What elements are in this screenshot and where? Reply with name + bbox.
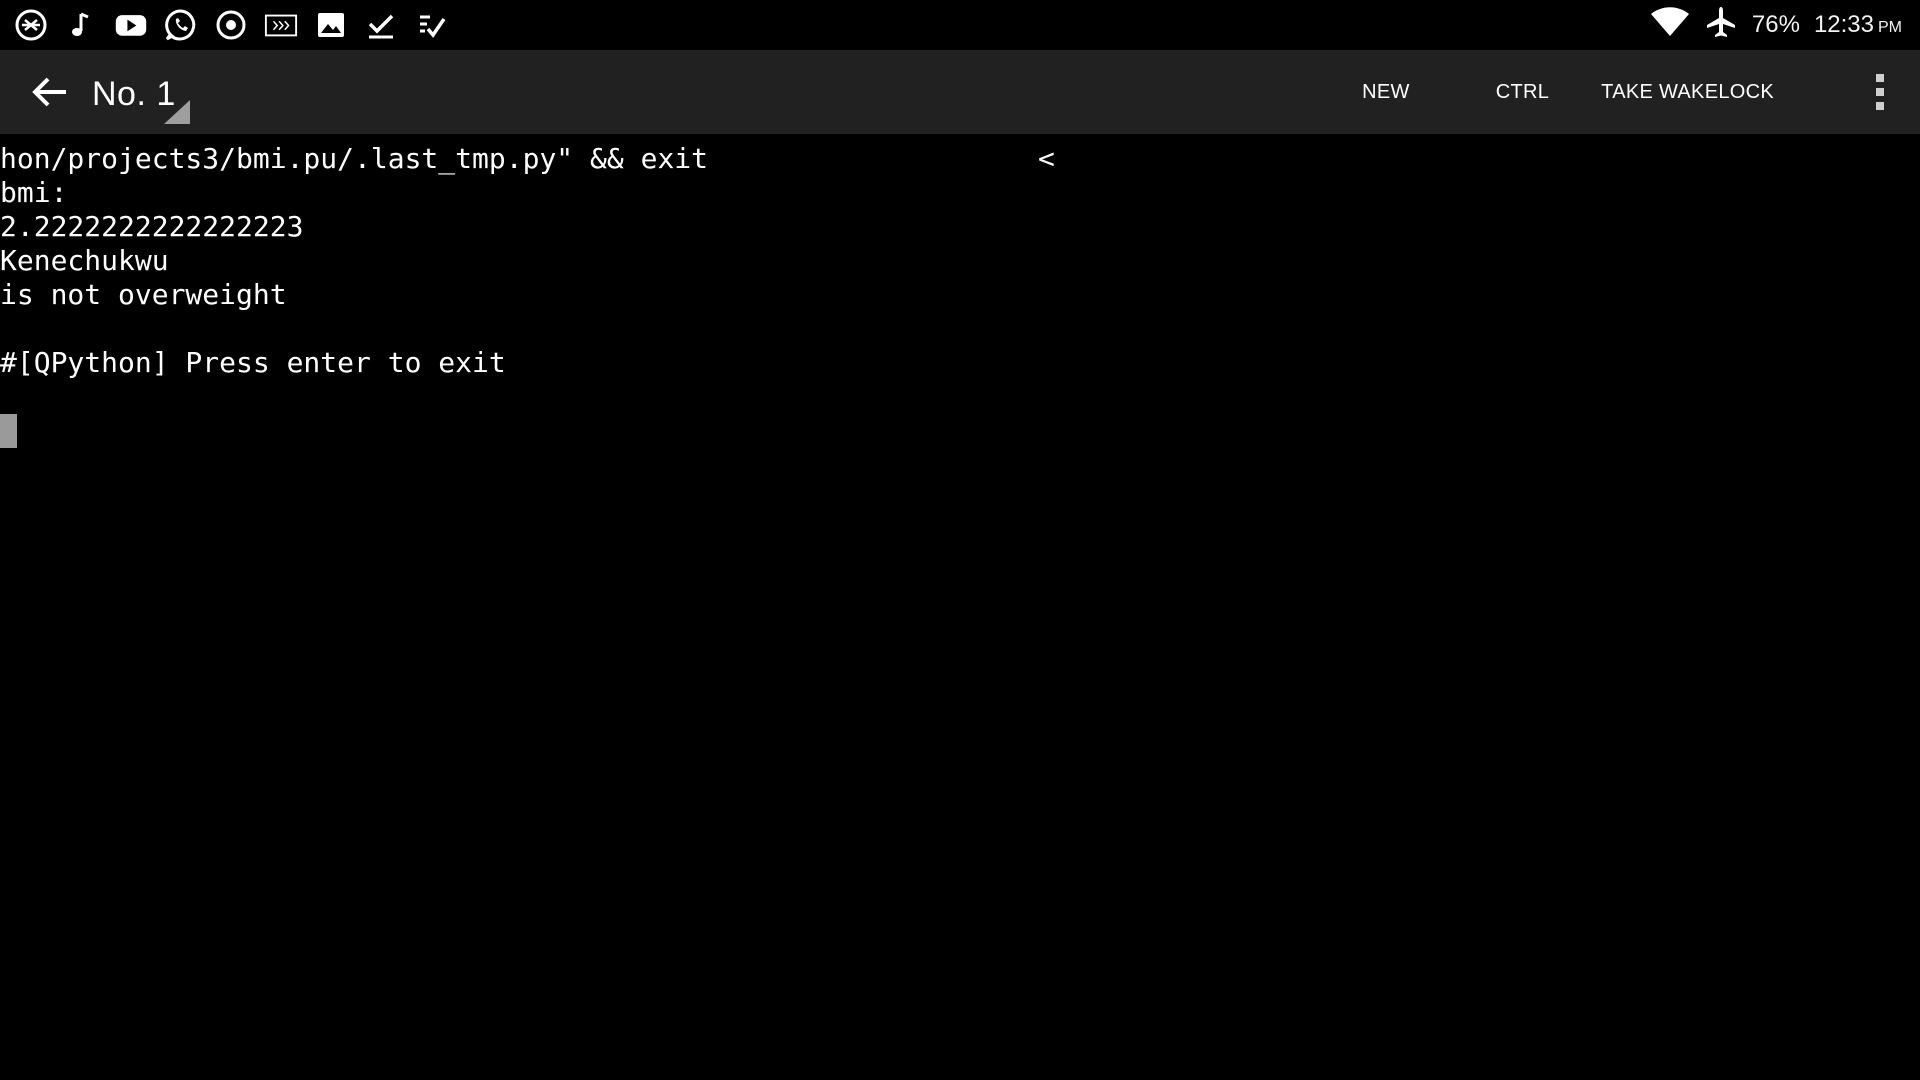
terminal-arrows-icon [264, 8, 298, 42]
record-icon [214, 8, 248, 42]
spinner-indicator-icon [164, 100, 190, 124]
terminal-line: bmi: [0, 176, 68, 209]
terminal-line: 2.2222222222222223 [0, 210, 304, 243]
session-selector[interactable]: No. 1 [92, 64, 190, 124]
overflow-menu-icon [1876, 74, 1884, 110]
checkmark-icon [364, 8, 398, 42]
terminal-line: Kenechukwu [0, 244, 169, 277]
clock: 12:33 PM [1814, 11, 1902, 39]
clock-ampm: PM [1878, 19, 1902, 36]
overflow-menu-button[interactable] [1840, 50, 1920, 134]
new-session-button[interactable]: NEW [1336, 50, 1470, 134]
terminal-line: hon/projects3/bmi.pu/.last_tmp.py" && ex… [0, 142, 709, 175]
abx-app-icon [14, 8, 48, 42]
notification-icons [14, 0, 448, 50]
checklist-icon [414, 8, 448, 42]
system-indicators: 76% 12:33 PM [1650, 0, 1902, 50]
terminal-view[interactable]: hon/projects3/bmi.pu/.last_tmp.py" && ex… [0, 142, 1920, 1080]
music-note-icon [64, 8, 98, 42]
back-arrow-icon [32, 77, 66, 107]
terminal-line: #[QPython] Press enter to exit [0, 346, 506, 379]
clock-time: 12:33 [1813, 11, 1874, 38]
take-wakelock-button[interactable]: TAKE WAKELOCK [1575, 50, 1800, 134]
terminal-cursor [0, 414, 17, 448]
youtube-icon [114, 8, 148, 42]
action-buttons: NEW CTRL TAKE WAKELOCK [1336, 50, 1920, 134]
action-bar: No. 1 NEW CTRL TAKE WAKELOCK [0, 50, 1920, 134]
airplane-icon [1704, 5, 1738, 46]
battery-level: 76% [1751, 11, 1800, 38]
wifi-icon [1650, 6, 1690, 45]
back-button[interactable] [22, 68, 78, 116]
image-icon [314, 8, 348, 42]
terminal-line: is not overweight [0, 278, 287, 311]
scroll-marker: < [1038, 142, 1055, 175]
status-bar: 76% 12:33 PM [0, 0, 1920, 50]
whatsapp-icon [164, 8, 198, 42]
ctrl-button[interactable]: CTRL [1470, 50, 1575, 134]
